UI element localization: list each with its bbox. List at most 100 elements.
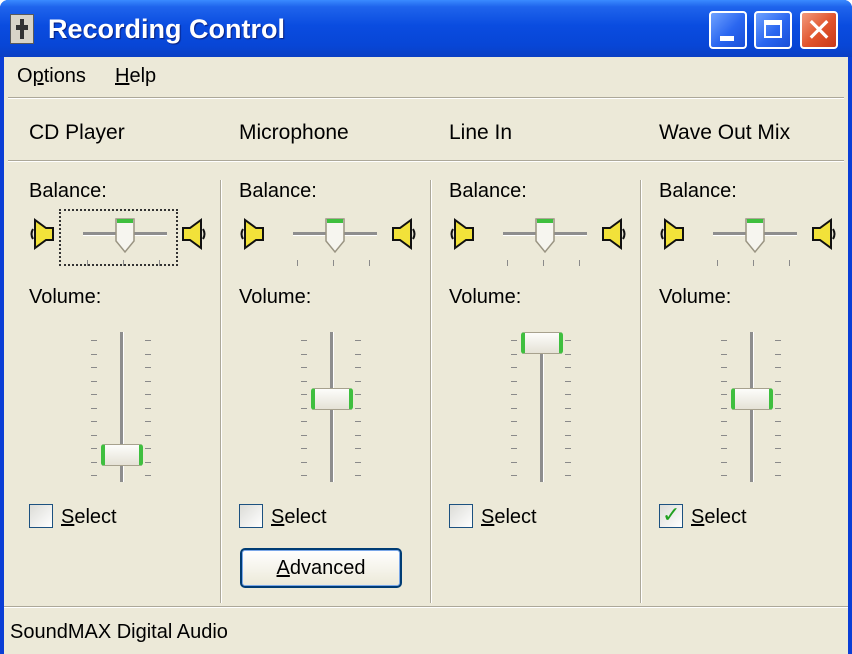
volume-tick (721, 340, 727, 341)
volume-slider-thumb[interactable] (311, 388, 353, 410)
volume-tick (301, 475, 307, 476)
select-label[interactable]: Select (481, 506, 537, 529)
volume-tick (355, 340, 361, 341)
select-checkbox[interactable] (29, 504, 53, 528)
close-button[interactable]: ✕ (800, 11, 838, 49)
volume-label: Volume: (449, 286, 522, 308)
channel-divider (430, 180, 432, 603)
window-title: Recording Control (48, 14, 285, 44)
volume-tick (511, 340, 517, 341)
volume-tick (301, 394, 307, 395)
balance-slider-thumb[interactable] (534, 217, 556, 255)
volume-tick (301, 461, 307, 463)
volume-tick (721, 434, 727, 436)
speaker-right-icon (601, 217, 627, 251)
volume-tick (355, 434, 361, 436)
volume-tick (565, 380, 571, 382)
balance-slider-thumb[interactable] (324, 217, 346, 255)
volume-tick (91, 475, 97, 476)
volume-tick (565, 421, 571, 422)
volume-app-icon[interactable] (10, 14, 34, 44)
volume-slider-thumb[interactable] (521, 332, 563, 354)
volume-tick (145, 340, 151, 341)
select-mnemonic: S (271, 506, 285, 528)
volume-tick (511, 461, 517, 463)
menu-separator (8, 97, 844, 99)
volume-slider-thumb[interactable] (101, 444, 143, 466)
balance-tick (789, 260, 790, 266)
menu-options[interactable]: Options (17, 65, 86, 88)
volume-tick (145, 407, 151, 409)
speaker-left-icon (29, 217, 55, 251)
balance-tick (507, 260, 508, 266)
volume-tick (91, 394, 97, 395)
menu-bar: Options Help (4, 57, 848, 95)
volume-tick (721, 448, 727, 449)
volume-slider-thumb[interactable] (731, 388, 773, 410)
minimize-button[interactable] (709, 11, 747, 49)
volume-tick (511, 421, 517, 422)
volume-tick (721, 380, 727, 382)
volume-tick (301, 353, 307, 355)
balance-label: Balance: (29, 180, 107, 202)
maximize-button[interactable] (754, 11, 792, 49)
client-area: Options Help CD Player Balance: Volume: Sel… (4, 57, 848, 654)
balance-tick (753, 260, 754, 266)
menu-help[interactable]: Help (115, 65, 156, 88)
title-bar[interactable]: Recording Control ✕ (0, 0, 852, 57)
advanced-mnemonic: A (276, 557, 290, 579)
volume-tick (301, 380, 307, 382)
header-separator (8, 160, 844, 162)
volume-tick (511, 367, 517, 368)
volume-tick (91, 407, 97, 409)
volume-tick (511, 394, 517, 395)
volume-tick (355, 421, 361, 422)
select-label-rest: elect (74, 506, 117, 528)
advanced-label: dvanced (289, 557, 366, 579)
volume-tick (721, 353, 727, 355)
select-checkbox[interactable] (449, 504, 473, 528)
volume-tick (721, 394, 727, 395)
select-label[interactable]: Select (61, 506, 117, 529)
volume-tick (355, 461, 361, 463)
volume-tick (511, 353, 517, 355)
select-label[interactable]: Select (691, 506, 747, 529)
close-icon: ✕ (805, 12, 833, 48)
volume-tick (355, 448, 361, 449)
balance-label: Balance: (449, 180, 527, 202)
volume-tick (355, 475, 361, 476)
volume-tick (91, 448, 97, 449)
volume-tick (91, 434, 97, 436)
recording-control-window: Recording Control ✕ Options Help CD Play… (0, 0, 852, 654)
advanced-button[interactable]: Advanced (240, 548, 402, 588)
menu-options-pre: O (17, 65, 33, 87)
balance-tick (369, 260, 370, 266)
menu-help-post: elp (129, 65, 157, 87)
channel-divider (220, 180, 222, 603)
volume-tick (145, 448, 151, 449)
select-label[interactable]: Select (271, 506, 327, 529)
focus-rectangle (59, 209, 178, 266)
select-checkbox[interactable]: ✓ (659, 502, 683, 528)
volume-tick (91, 380, 97, 382)
select-checkbox[interactable] (239, 504, 263, 528)
volume-tick (775, 394, 781, 395)
select-label-rest: elect (494, 506, 537, 528)
volume-tick (775, 353, 781, 355)
channel-name: CD Player (29, 121, 125, 144)
volume-tick (565, 461, 571, 463)
volume-tick (355, 394, 361, 395)
checkmark-icon: ✓ (662, 502, 681, 527)
menu-options-mnemonic: p (32, 65, 44, 87)
volume-tick (301, 434, 307, 436)
volume-tick (565, 340, 571, 341)
volume-tick (511, 448, 517, 449)
status-text: SoundMAX Digital Audio (10, 621, 228, 643)
volume-tick (721, 367, 727, 368)
volume-slider-track[interactable] (540, 332, 544, 482)
balance-tick (543, 260, 544, 266)
speaker-right-icon (811, 217, 837, 251)
volume-tick (91, 421, 97, 422)
balance-slider-thumb[interactable] (744, 217, 766, 255)
balance-tick (717, 260, 718, 266)
